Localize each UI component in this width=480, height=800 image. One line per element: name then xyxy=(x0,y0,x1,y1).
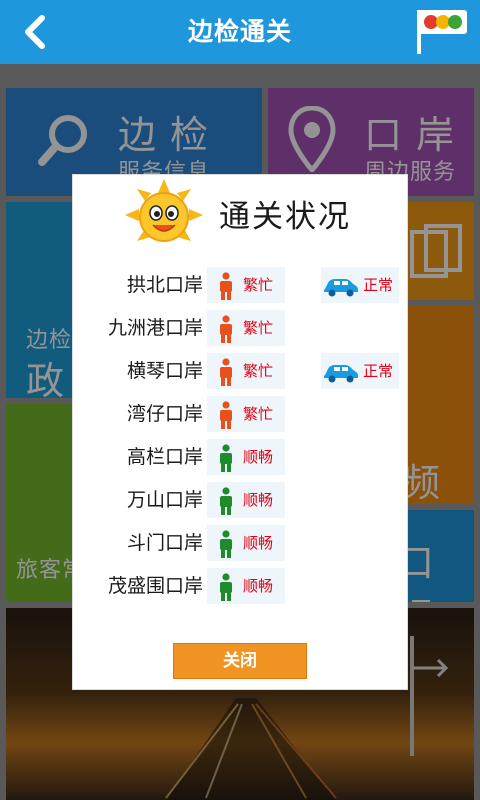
dialog-title: 通关状况 xyxy=(219,199,351,235)
traffic-light-flag-icon[interactable] xyxy=(414,6,472,56)
vehicle-status: 正常 xyxy=(321,353,399,389)
pedestrian-status: 顺畅 xyxy=(207,482,285,518)
page-title: 边检通关 xyxy=(187,17,292,46)
pedestrian-status: 顺畅 xyxy=(207,439,285,475)
port-name: 茂盛围口岸 xyxy=(107,575,203,597)
port-name: 万山口岸 xyxy=(126,489,203,511)
port-name: 高栏口岸 xyxy=(126,446,203,468)
pedestrian-status-label: 繁忙 xyxy=(243,276,274,294)
pedestrian-status: 繁忙 xyxy=(207,396,285,432)
port-row: 万山口岸 顺畅 xyxy=(73,481,409,519)
clearance-status-dialog: 通关状况 拱北口岸 繁忙 正常 九洲港口岸 繁忙 横琴口岸 繁忙 正常 湾仔口岸 繁忙 高栏口岸 顺畅… xyxy=(72,174,408,690)
pedestrian-status: 顺畅 xyxy=(207,568,285,604)
vehicle-status-label: 正常 xyxy=(363,362,394,380)
vehicle-status-label: 正常 xyxy=(363,276,394,294)
pedestrian-icon xyxy=(220,315,232,343)
pedestrian-status: 繁忙 xyxy=(207,310,285,346)
vehicle-status: 正常 xyxy=(321,267,399,303)
pedestrian-status-label: 顺畅 xyxy=(243,534,274,552)
pedestrian-icon xyxy=(220,530,232,558)
pedestrian-status-label: 繁忙 xyxy=(243,405,274,423)
pedestrian-icon xyxy=(220,358,232,386)
port-name: 九洲港口岸 xyxy=(107,317,203,339)
pedestrian-icon xyxy=(220,272,232,300)
pedestrian-status: 繁忙 xyxy=(207,353,285,389)
car-icon xyxy=(324,279,358,297)
port-name: 湾仔口岸 xyxy=(126,403,203,425)
pedestrian-icon xyxy=(220,401,232,429)
pedestrian-status-label: 顺畅 xyxy=(243,491,274,509)
app-header: 边检通关 xyxy=(0,0,480,64)
pedestrian-status-label: 繁忙 xyxy=(243,319,274,337)
port-row: 拱北口岸 繁忙 正常 xyxy=(73,266,409,304)
pedestrian-status: 繁忙 xyxy=(207,267,285,303)
pedestrian-status-label: 繁忙 xyxy=(243,362,274,380)
pedestrian-icon xyxy=(220,444,232,472)
pedestrian-status-label: 顺畅 xyxy=(243,448,274,466)
port-row: 九洲港口岸 繁忙 xyxy=(73,309,409,347)
car-icon xyxy=(324,365,358,383)
port-row: 茂盛围口岸 顺畅 xyxy=(73,567,409,605)
port-name: 横琴口岸 xyxy=(126,360,203,382)
pedestrian-icon xyxy=(220,487,232,515)
port-row: 横琴口岸 繁忙 正常 xyxy=(73,352,409,390)
sun-mascot-icon xyxy=(125,179,203,242)
port-row: 斗门口岸 顺畅 xyxy=(73,524,409,562)
port-row: 高栏口岸 顺畅 xyxy=(73,438,409,476)
pedestrian-status-label: 顺畅 xyxy=(243,577,274,595)
port-name: 斗门口岸 xyxy=(126,532,203,554)
pedestrian-status: 顺畅 xyxy=(207,525,285,561)
port-name: 拱北口岸 xyxy=(126,274,203,296)
close-button[interactable]: 关闭 xyxy=(173,643,307,679)
port-row: 湾仔口岸 繁忙 xyxy=(73,395,409,433)
pedestrian-icon xyxy=(220,573,232,601)
